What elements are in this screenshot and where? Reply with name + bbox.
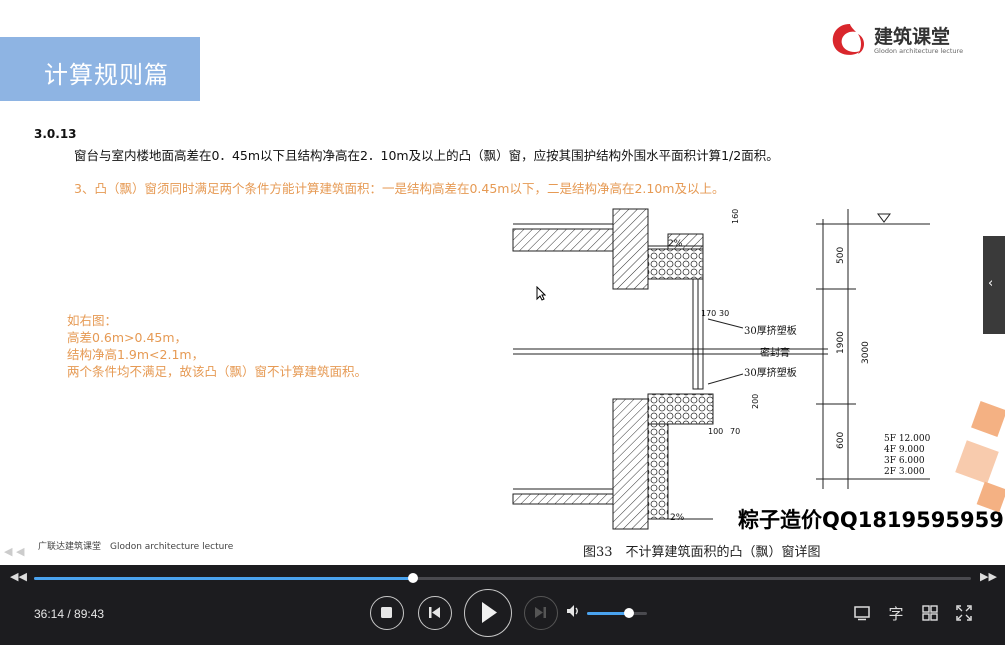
- mouse-cursor-icon: [536, 286, 546, 301]
- dim-500: 500: [836, 247, 846, 264]
- rule-note: 3、凸（飘）窗须同时满足两个条件方能计算建筑面积：一是结构高差在0.45m以下，…: [74, 181, 725, 196]
- volume-level: [587, 612, 629, 615]
- rule-text: 窗台与室内楼地面高差在0．45m以下且结构净高在2．10m及以上的凸（飘）窗，应…: [74, 148, 779, 163]
- rule-number: 3.0.13: [34, 127, 77, 141]
- skip-forward-icon[interactable]: ▶▶: [980, 570, 997, 583]
- slide-title: 计算规则篇: [44, 61, 169, 89]
- floor-level-3f: 3F 6.000: [884, 456, 925, 466]
- floor-level-4f: 4F 9.000: [884, 445, 925, 455]
- playback-time: 36:14 / 89:43: [34, 607, 104, 621]
- floor-level-5f: 5F 12.000: [884, 434, 931, 444]
- dim-200: 200: [751, 394, 760, 409]
- brand-logo: 建筑课堂 Glodon architecture lecture: [828, 20, 978, 62]
- chevron-left-icon[interactable]: ‹: [988, 276, 993, 291]
- label-slope-bottom: 2%: [670, 513, 685, 523]
- total-time: 89:43: [74, 607, 105, 621]
- example-line: 高差0.6m>0.45m，: [67, 330, 188, 345]
- seek-bar-progress: [34, 577, 413, 580]
- footer-arrows-icon: ◀ ◀: [4, 545, 25, 558]
- logo-swirl-icon: [832, 24, 864, 55]
- floor-level-2f: 2F 3.000: [884, 467, 925, 477]
- drawing-caption: 图33 不计算建筑面积的凸（飘）窗详图: [583, 545, 821, 560]
- fullscreen-icon: [956, 605, 972, 621]
- seek-bar[interactable]: [34, 573, 971, 583]
- dim-100: 100: [708, 427, 723, 436]
- label-slope-top: 2%: [668, 239, 683, 249]
- fullscreen-button[interactable]: [954, 604, 974, 624]
- stop-icon: [381, 607, 392, 618]
- screen-icon: [854, 606, 870, 621]
- current-time: 36:14: [34, 607, 65, 621]
- playlist-button[interactable]: [920, 604, 940, 624]
- subtitle-button[interactable]: 字: [886, 604, 906, 624]
- dim-160: 160: [731, 209, 740, 224]
- slide: 计算规则篇 建筑课堂 Glodon architecture lecture 3…: [0, 0, 1005, 565]
- volume-slider[interactable]: [587, 608, 647, 618]
- label-sealant: 密封膏: [760, 346, 790, 359]
- play-icon: [482, 602, 497, 623]
- dim-600: 600: [836, 432, 846, 449]
- example-text: 如右图： 高差0.6m>0.45m， 结构净高1.9m<2.1m， 两个条件均不…: [67, 312, 367, 380]
- grid-icon: [922, 605, 938, 621]
- next-icon: [535, 607, 546, 618]
- example-line: 两个条件均不满足，故该凸（飘）窗不计算建筑面积。: [67, 364, 368, 379]
- logo-subtitle: Glodon architecture lecture: [874, 47, 964, 55]
- label-xps-top: 30厚挤塑板: [744, 324, 797, 337]
- decorative-squares-icon: [955, 401, 1005, 513]
- dim-30: 30: [719, 309, 729, 318]
- skip-back-icon[interactable]: ◀◀: [10, 570, 27, 583]
- volume-icon[interactable]: [565, 603, 581, 619]
- dim-70: 70: [730, 427, 740, 436]
- play-button[interactable]: [464, 589, 512, 637]
- screenshot-button[interactable]: [852, 604, 872, 624]
- logo-title: 建筑课堂: [874, 26, 951, 48]
- dim-3000: 3000: [861, 341, 871, 364]
- previous-icon: [429, 607, 440, 618]
- previous-button[interactable]: [418, 596, 452, 630]
- example-line: 结构净高1.9m<2.1m，: [67, 347, 205, 362]
- stop-button[interactable]: [370, 596, 404, 630]
- next-button[interactable]: [524, 596, 558, 630]
- video-player-controls: ◀◀ ▶▶ 36:14 / 89:43 字: [0, 565, 1005, 645]
- volume-handle[interactable]: [624, 608, 634, 618]
- side-panel-toggle[interactable]: [983, 236, 1005, 334]
- time-separator: /: [64, 607, 75, 621]
- label-xps-bottom: 30厚挤塑板: [744, 366, 797, 379]
- seek-bar-handle[interactable]: [407, 573, 418, 583]
- slide-footer: 广联达建筑课堂 Glodon architecture lecture: [38, 542, 234, 552]
- example-line: 如右图：: [67, 313, 118, 328]
- dim-170: 170: [701, 309, 716, 318]
- dim-1900: 1900: [836, 331, 846, 354]
